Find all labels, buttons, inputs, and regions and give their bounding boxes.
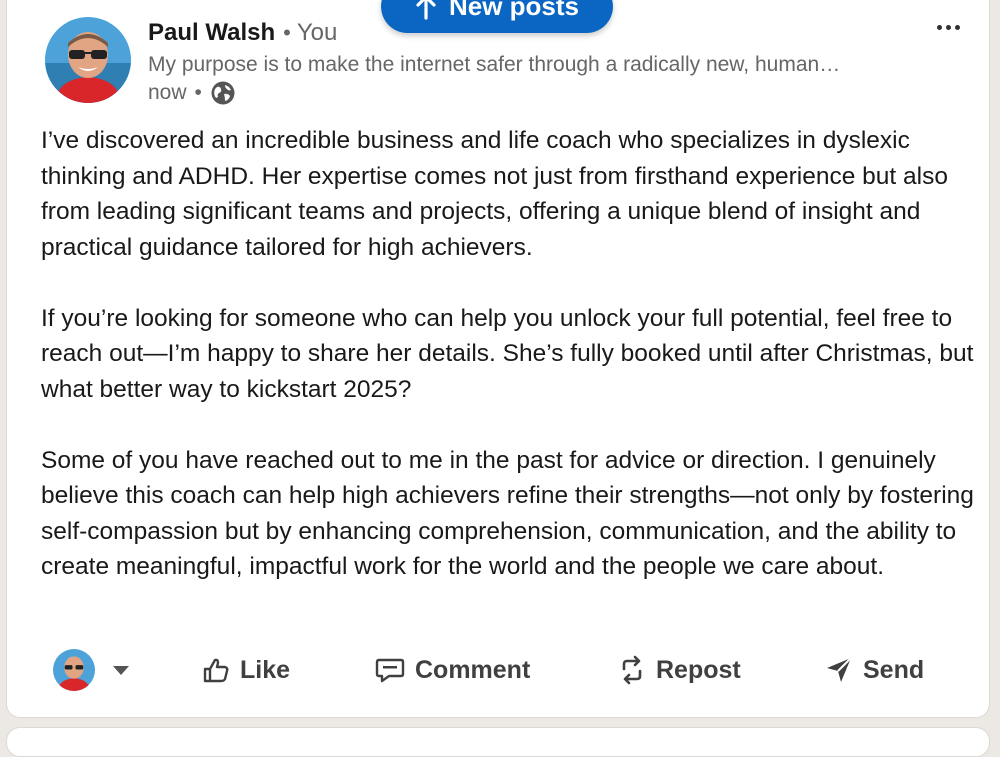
send-label: Send [863,655,925,684]
globe-icon [210,80,236,106]
name-separator: • [283,20,291,45]
repost-button[interactable]: Repost [618,641,741,699]
post-paragraph: If you’re looking for someone who can he… [41,304,974,403]
like-button[interactable]: Like [202,641,290,699]
author-relation: You [296,19,338,46]
send-icon [827,657,852,682]
post-actions-bar: Like Comment Repost Send [7,641,991,699]
author-name-line: Paul Walsh • You [148,19,337,47]
send-button[interactable]: Send [825,641,924,699]
author-headline: My purpose is to make the internet safer… [148,53,841,76]
author-avatar[interactable] [45,17,131,103]
time-separator: • [194,81,202,104]
post-meta: now • [148,80,236,106]
like-label: Like [240,655,291,684]
more-options-icon[interactable] [931,13,965,41]
post-paragraph: I’ve discovered an incredible business a… [41,127,948,261]
author-name[interactable]: Paul Walsh [148,19,275,46]
comment-label: Comment [415,655,531,684]
thumbs-up-icon [203,658,229,683]
comment-button[interactable]: Comment [375,641,530,699]
comment-icon [375,658,405,683]
repost-icon [622,655,642,685]
post-card: Paul Walsh • You My purpose is to make the… [6,0,990,718]
new-posts-button[interactable]: New posts [381,0,613,33]
repost-label: Repost [656,655,741,684]
reaction-identity-selector[interactable] [53,641,129,699]
arrow-up-icon [416,0,436,20]
chevron-down-icon[interactable] [113,665,129,675]
actor-avatar [53,649,95,691]
post-paragraph: Some of you have reached out to me in th… [41,446,974,581]
post-body: I’ve discovered an incredible business a… [41,123,981,620]
new-posts-label: New posts [448,0,580,21]
post-time: now [148,81,187,104]
next-post-card [6,727,990,757]
